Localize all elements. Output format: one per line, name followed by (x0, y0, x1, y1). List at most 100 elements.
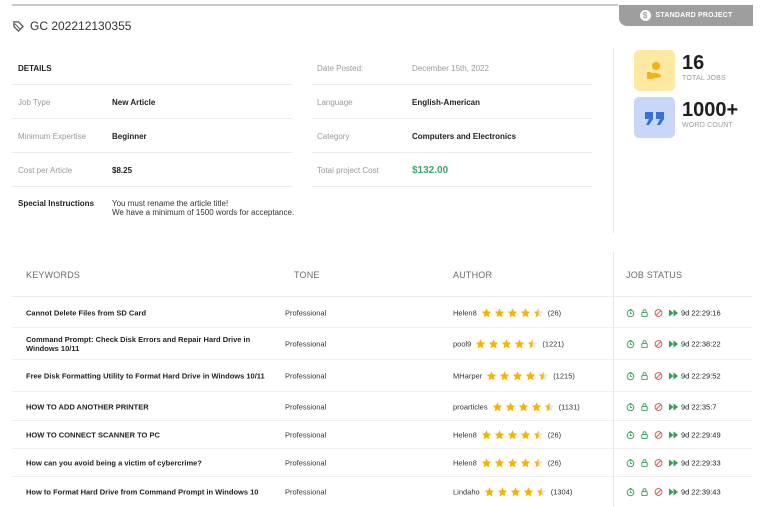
rating-count: (1215) (553, 371, 575, 381)
rating-stars (486, 371, 549, 382)
author-name[interactable]: Helen8 (453, 309, 477, 318)
cancel-icon[interactable] (654, 402, 663, 411)
total-jobs-value: 16 (682, 52, 705, 74)
rating-count: (1221) (542, 339, 565, 349)
timer-icon[interactable] (626, 339, 635, 349)
time-remaining: 9d 22:39:43 (681, 487, 721, 497)
timer-icon[interactable] (626, 371, 635, 381)
total-jobs-stat: 16 TOTAL JOBS (634, 50, 726, 91)
author-name[interactable]: MHarper (453, 372, 482, 381)
star-icon (528, 339, 538, 349)
job-status-cell: 9d 22:29:49 (626, 430, 721, 439)
star-icon (476, 339, 486, 349)
rating-stars (475, 339, 538, 350)
lock-icon[interactable] (640, 430, 649, 439)
star-icon (507, 457, 518, 467)
author-name[interactable]: pool9 (453, 340, 471, 349)
job-status-cell: 9d 22:29:16 (626, 309, 721, 318)
column-keywords[interactable]: KEYWORDS (26, 270, 80, 280)
rating-count: (1131) (558, 402, 580, 411)
table-row[interactable]: HOW TO CONNECT SCANNER TO PC Professiona… (0, 421, 768, 449)
lock-icon[interactable] (640, 340, 649, 349)
cancel-icon[interactable] (654, 340, 663, 349)
fast-forward-icon (669, 430, 678, 439)
rating-stars (492, 401, 555, 412)
job-type-value: New Article (112, 98, 156, 107)
keyword-cell[interactable]: HOW TO ADD ANOTHER PRINTER (26, 402, 266, 411)
total-cost-value: $132.00 (412, 165, 449, 176)
special-instructions-text: You must rename the article title! We ha… (112, 199, 294, 217)
rating-count: (1304) (550, 487, 573, 497)
author-name[interactable]: Lindaho (453, 488, 480, 497)
job-status-cell: 9d 22:35:7 (626, 402, 716, 411)
author-cell: Helen8 (26) (453, 429, 561, 440)
star-icon (502, 339, 512, 349)
timer-icon[interactable] (626, 308, 635, 318)
author-cell: pool9 (1221) (453, 339, 564, 350)
date-posted-label: Date Posted: (317, 64, 364, 73)
table-row[interactable]: Cannot Delete Files from SD Card Profess… (0, 299, 768, 328)
project-title: GC 202212130355 (13, 19, 131, 33)
keyword-cell[interactable]: Cannot Delete Files from SD Card (26, 309, 266, 318)
language-label: Language (317, 98, 353, 107)
table-row[interactable]: How to Format Hard Drive from Command Pr… (0, 477, 768, 507)
lock-icon[interactable] (640, 458, 649, 467)
keyword-cell[interactable]: How can you avoid being a victim of cybe… (26, 458, 266, 467)
min-expertise-value: Beginner (112, 132, 147, 141)
star-icon (481, 457, 492, 467)
timer-icon[interactable] (626, 402, 635, 411)
tone-cell: Professional (285, 371, 327, 381)
author-cell: Helen8 (26) (453, 457, 561, 468)
min-expertise-label: Minimum Expertise (18, 132, 87, 141)
table-row[interactable]: Free Disk Formatting Utility to Format H… (0, 361, 768, 392)
author-name[interactable]: Helen8 (453, 430, 477, 439)
lock-icon[interactable] (640, 402, 649, 411)
star-icon (533, 308, 544, 318)
table-row[interactable]: HOW TO ADD ANOTHER PRINTER Professional … (0, 393, 768, 421)
author-name[interactable]: Helen8 (453, 458, 477, 467)
lock-icon[interactable] (640, 309, 649, 318)
cost-per-article-value: $8.25 (112, 166, 133, 175)
author-cell: proarticles (1131) (453, 401, 580, 412)
keyword-cell[interactable]: Free Disk Formatting Utility to Format H… (26, 372, 266, 381)
lock-icon[interactable] (640, 488, 649, 497)
star-icon (489, 339, 499, 349)
category-label: Category (317, 132, 350, 141)
keyword-cell[interactable]: How to Format Hard Drive from Command Pr… (26, 488, 266, 497)
standard-project-badge: $ STANDARD PROJECT (619, 5, 753, 26)
star-icon (486, 371, 497, 381)
hand-coin-icon (634, 50, 675, 91)
rating-stars (481, 429, 544, 440)
star-icon (536, 487, 546, 497)
timer-icon[interactable] (626, 430, 635, 439)
star-icon (507, 429, 518, 439)
column-job-status[interactable]: JOB STATUS (626, 270, 682, 280)
cancel-icon[interactable] (654, 488, 663, 497)
dollar-circle-icon: $ (639, 10, 651, 21)
table-row[interactable]: Command Prompt: Check Disk Errors and Re… (0, 329, 768, 360)
tone-cell: Professional (285, 458, 327, 467)
quote-icon (634, 97, 675, 138)
fast-forward-icon (669, 309, 678, 317)
cancel-icon[interactable] (654, 430, 663, 439)
keyword-cell[interactable]: HOW TO CONNECT SCANNER TO PC (26, 430, 266, 439)
star-icon (481, 308, 492, 318)
column-tone[interactable]: TONE (294, 270, 320, 280)
cancel-icon[interactable] (654, 309, 663, 318)
table-row[interactable]: How can you avoid being a victim of cybe… (0, 449, 768, 477)
category-value: Computers and Electronics (412, 132, 517, 141)
fast-forward-icon (669, 458, 678, 467)
cancel-icon[interactable] (654, 372, 663, 381)
author-cell: Lindaho (1304) (453, 487, 572, 498)
rating-count: (26) (547, 308, 562, 318)
cancel-icon[interactable] (654, 458, 663, 467)
keyword-cell[interactable]: Command Prompt: Check Disk Errors and Re… (26, 335, 266, 353)
timer-icon[interactable] (626, 458, 635, 467)
star-icon (481, 429, 492, 439)
column-author[interactable]: AUTHOR (453, 270, 492, 280)
tone-cell: Professional (285, 308, 327, 318)
author-cell: Helen8 (26) (453, 308, 561, 319)
timer-icon[interactable] (626, 487, 635, 497)
lock-icon[interactable] (640, 372, 649, 381)
author-name[interactable]: proarticles (453, 402, 488, 411)
